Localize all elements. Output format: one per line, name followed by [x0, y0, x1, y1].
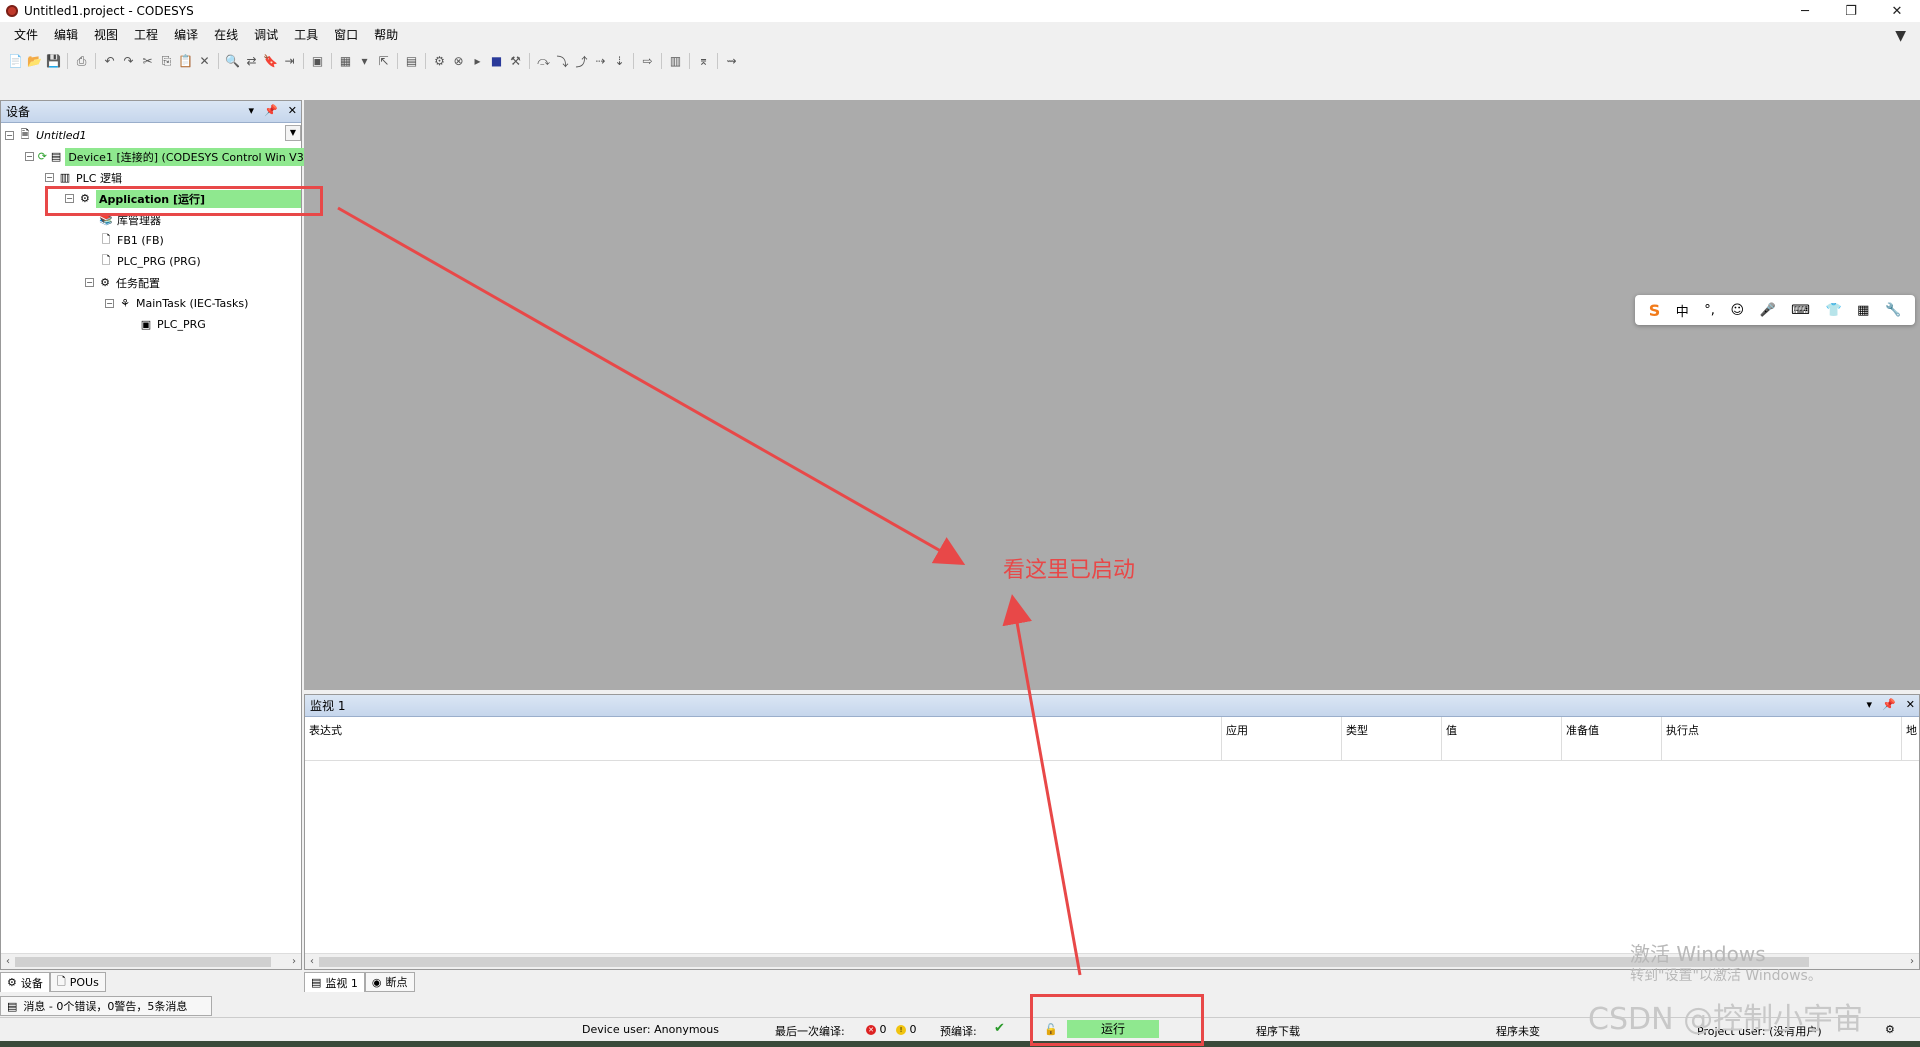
activation-title: 激活 Windows: [1630, 942, 1766, 966]
annotation-box-application: [45, 186, 323, 216]
windows-activation-notice: 激活 Windows 转到"设置"以激活 Windows。: [1630, 944, 1822, 986]
csdn-watermark: CSDN @控制小宇宙: [1588, 1002, 1864, 1037]
annotation-text: 看这里已启动: [1003, 558, 1136, 583]
annotation-arrows: [337, 206, 1082, 976]
activation-subtitle: 转到"设置"以激活 Windows。: [1630, 968, 1822, 984]
annotation-arrow-from-application: [337, 206, 966, 565]
annotation-box-run-state: [1030, 994, 1204, 1046]
annotation-arrow-from-status: [1002, 594, 1082, 976]
